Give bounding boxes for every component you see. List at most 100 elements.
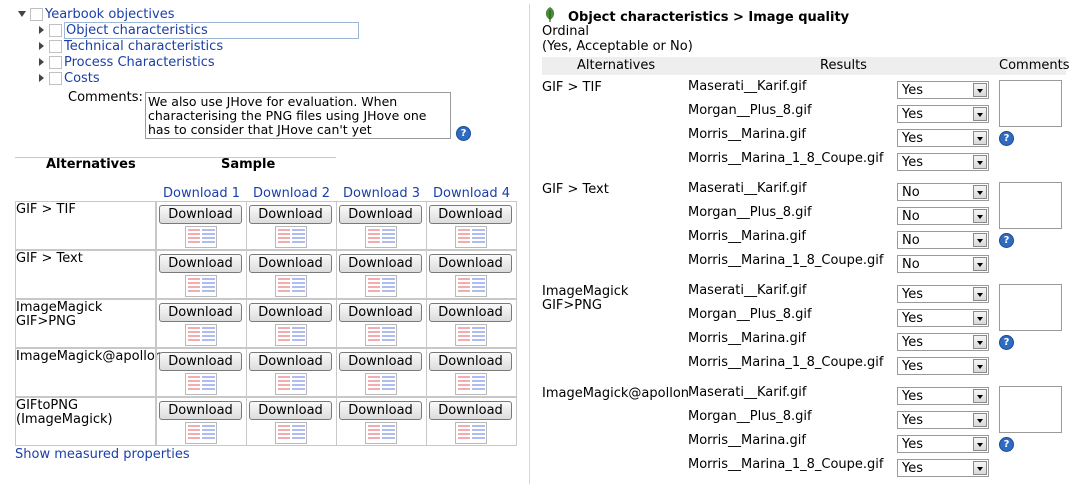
dropdown-arrow-icon[interactable] (973, 335, 987, 349)
download-button[interactable]: Download (159, 205, 242, 224)
sample-thumbnail[interactable] (455, 324, 487, 346)
expand-arrow-icon[interactable] (37, 58, 45, 66)
tree-item-object-characteristics[interactable]: Object characteristics (37, 21, 359, 39)
download-button[interactable]: Download (429, 303, 512, 322)
sample-thumbnail[interactable] (185, 422, 217, 444)
download-column-header[interactable]: Download 2 (253, 186, 330, 201)
result-value-select[interactable]: Yes (897, 387, 989, 405)
sample-thumbnail[interactable] (455, 422, 487, 444)
sample-thumbnail[interactable] (365, 275, 397, 297)
dropdown-arrow-icon[interactable] (973, 389, 987, 403)
result-comment-textarea[interactable] (999, 284, 1062, 331)
result-value-select[interactable]: Yes (897, 309, 989, 327)
download-button[interactable]: Download (249, 205, 332, 224)
sample-thumbnail[interactable] (365, 324, 397, 346)
help-icon[interactable]: ? (456, 126, 471, 141)
expand-arrow-icon[interactable] (37, 42, 45, 50)
download-button[interactable]: Download (339, 205, 422, 224)
sample-thumbnail[interactable] (185, 226, 217, 248)
sample-thumbnail[interactable] (455, 226, 487, 248)
download-button[interactable]: Download (159, 352, 242, 371)
dropdown-arrow-icon[interactable] (973, 107, 987, 121)
help-icon[interactable]: ? (999, 233, 1014, 248)
dropdown-arrow-icon[interactable] (973, 437, 987, 451)
dropdown-arrow-icon[interactable] (973, 413, 987, 427)
sample-thumbnail[interactable] (275, 422, 307, 444)
sample-thumbnail[interactable] (365, 373, 397, 395)
dropdown-arrow-icon[interactable] (973, 257, 987, 271)
download-column-header[interactable]: Download 3 (343, 186, 420, 201)
dropdown-arrow-icon[interactable] (973, 155, 987, 169)
help-icon[interactable]: ? (999, 437, 1014, 452)
dropdown-arrow-icon[interactable] (973, 287, 987, 301)
result-value-select[interactable]: Yes (897, 285, 989, 303)
show-measured-properties-link[interactable]: Show measured properties (15, 447, 190, 462)
download-button[interactable]: Download (429, 205, 512, 224)
tree-item-process-characteristics[interactable]: Process Characteristics (37, 54, 215, 70)
expand-arrow-icon[interactable] (37, 74, 45, 82)
result-comment-textarea[interactable] (999, 80, 1062, 127)
tree-item-costs[interactable]: Costs (37, 70, 100, 86)
tree-item-label[interactable]: Technical characteristics (64, 39, 223, 54)
result-value-select[interactable]: Yes (897, 357, 989, 375)
download-button[interactable]: Download (159, 303, 242, 322)
sample-thumbnail[interactable] (365, 422, 397, 444)
tree-root[interactable]: Yearbook objectives (18, 6, 174, 22)
expand-arrow-icon[interactable] (37, 26, 45, 34)
dropdown-arrow-icon[interactable] (973, 131, 987, 145)
sample-thumbnail[interactable] (275, 324, 307, 346)
download-button[interactable]: Download (159, 401, 242, 420)
result-value-select[interactable]: Yes (897, 81, 989, 99)
tree-root-label[interactable]: Yearbook objectives (45, 7, 174, 22)
sample-thumbnail[interactable] (455, 373, 487, 395)
tree-item-technical-characteristics[interactable]: Technical characteristics (37, 38, 223, 54)
sample-thumbnail[interactable] (365, 226, 397, 248)
collapse-arrow-icon[interactable] (18, 10, 26, 18)
download-button[interactable]: Download (429, 401, 512, 420)
sample-thumbnail[interactable] (275, 226, 307, 248)
download-button[interactable]: Download (249, 254, 332, 273)
result-comment-textarea[interactable] (999, 182, 1062, 229)
result-value-select[interactable]: No (897, 207, 989, 225)
result-value-select[interactable]: Yes (897, 411, 989, 429)
download-button[interactable]: Download (339, 401, 422, 420)
dropdown-arrow-icon[interactable] (973, 83, 987, 97)
result-value-select[interactable]: No (897, 231, 989, 249)
comments-textarea[interactable]: We also use JHove for evaluation. When c… (145, 92, 451, 139)
download-button[interactable]: Download (339, 352, 422, 371)
download-button[interactable]: Download (249, 352, 332, 371)
download-column-header[interactable]: Download 4 (433, 186, 510, 201)
download-button[interactable]: Download (249, 401, 332, 420)
result-comment-textarea[interactable] (999, 386, 1062, 433)
result-value-select[interactable]: Yes (897, 459, 989, 477)
tree-item-label[interactable]: Process Characteristics (64, 55, 215, 70)
tree-item-label[interactable]: Costs (64, 71, 100, 86)
sample-thumbnail[interactable] (275, 373, 307, 395)
download-button[interactable]: Download (429, 254, 512, 273)
sample-thumbnail[interactable] (185, 275, 217, 297)
dropdown-arrow-icon[interactable] (973, 359, 987, 373)
dropdown-arrow-icon[interactable] (973, 311, 987, 325)
result-value-select[interactable]: Yes (897, 153, 989, 171)
result-value-select[interactable]: Yes (897, 129, 989, 147)
result-value-select[interactable]: Yes (897, 333, 989, 351)
download-button[interactable]: Download (339, 254, 422, 273)
download-button[interactable]: Download (249, 303, 332, 322)
result-value-select[interactable]: No (897, 183, 989, 201)
result-value-select[interactable]: Yes (897, 435, 989, 453)
dropdown-arrow-icon[interactable] (973, 461, 987, 475)
sample-thumbnail[interactable] (275, 275, 307, 297)
result-value-select[interactable]: Yes (897, 105, 989, 123)
download-button[interactable]: Download (159, 254, 242, 273)
result-value-select[interactable]: No (897, 255, 989, 273)
sample-thumbnail[interactable] (185, 373, 217, 395)
dropdown-arrow-icon[interactable] (973, 185, 987, 199)
sample-thumbnail[interactable] (455, 275, 487, 297)
download-column-header[interactable]: Download 1 (163, 186, 240, 201)
help-icon[interactable]: ? (999, 335, 1014, 350)
help-icon[interactable]: ? (999, 131, 1014, 146)
download-button[interactable]: Download (429, 352, 512, 371)
dropdown-arrow-icon[interactable] (973, 233, 987, 247)
tree-item-label[interactable]: Object characteristics (64, 21, 359, 39)
download-button[interactable]: Download (339, 303, 422, 322)
